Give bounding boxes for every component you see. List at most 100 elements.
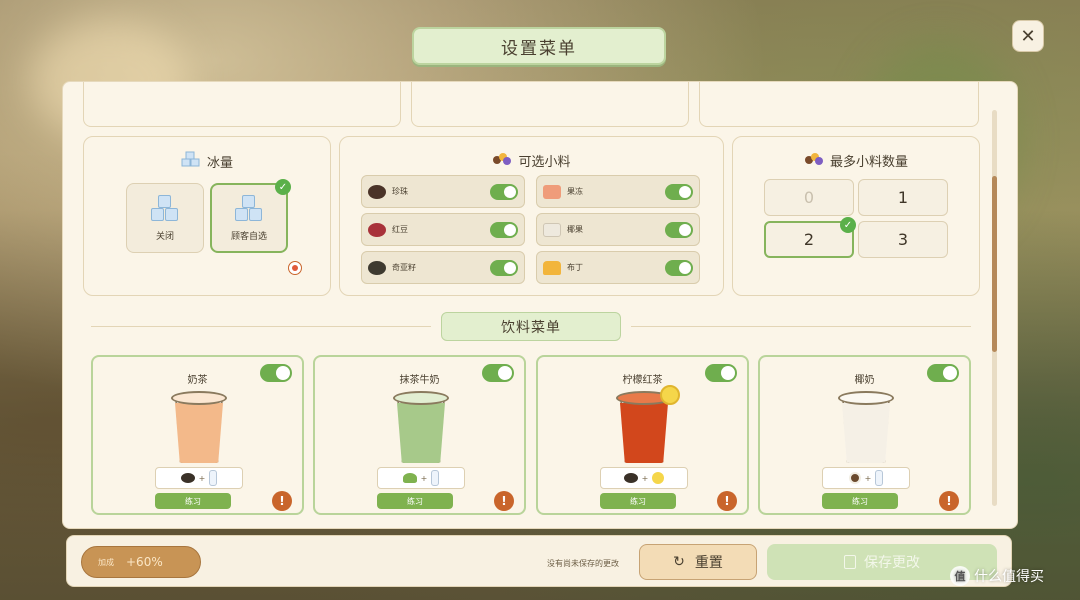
topping-label: 红豆 — [392, 225, 408, 234]
coconut-icon — [848, 472, 861, 484]
page-title: 设置菜单 — [412, 27, 666, 65]
toppings-icon — [492, 152, 512, 170]
ice-section-label: 冰量 — [206, 155, 233, 171]
plus-sign: + — [198, 473, 206, 483]
topping-label: 奇亚籽 — [392, 263, 416, 272]
tea-leaves-icon — [180, 473, 195, 483]
lemon-tea-cup-icon — [616, 385, 680, 463]
ice-option-label: 关闭 — [155, 231, 174, 242]
max-toppings-section-title: 最多小料数量 — [733, 151, 979, 170]
max-toppings-option-1[interactable]: 1 — [858, 179, 948, 216]
close-button[interactable]: ✕ — [1012, 20, 1044, 52]
ice-option-off[interactable]: 关闭 — [126, 183, 204, 253]
matcha-milk-cup-icon — [393, 391, 449, 463]
bonus-value: +60% — [126, 555, 163, 569]
topping-label: 布丁 — [567, 263, 583, 272]
milk-bottle-icon — [209, 470, 218, 486]
drink-card-lemon-black-tea: 柠檬红茶 + 练习 ! — [536, 355, 749, 515]
coconut-milk-cup-icon — [838, 391, 894, 463]
drink-toggle[interactable] — [260, 364, 292, 382]
drink-menu-title: 饮料菜单 — [441, 312, 621, 341]
scrollbar-thumb[interactable] — [992, 176, 997, 352]
drink-toggle[interactable] — [927, 364, 959, 382]
topping-row-jelly[interactable]: 果冻 — [536, 175, 700, 208]
toppings-section-title: 可选小料 — [340, 151, 723, 170]
pearl-icon — [368, 184, 386, 199]
previous-section-card — [699, 82, 979, 127]
bonus-label: 加成 — [98, 557, 114, 567]
plus-sign: + — [641, 473, 649, 483]
drink-card-coconut-milk: 椰奶 + 练习 ! — [758, 355, 971, 515]
practice-button[interactable]: 练习 — [600, 493, 676, 509]
topping-row-red-bean[interactable]: 红豆 — [361, 213, 525, 246]
drink-toggle[interactable] — [705, 364, 737, 382]
save-label: 保存更改 — [864, 555, 920, 571]
pudding-icon — [543, 260, 561, 275]
toppings-section-label: 可选小料 — [518, 155, 571, 170]
toppings-icon — [804, 152, 824, 170]
previous-section-card — [411, 82, 689, 127]
warning-icon[interactable]: ! — [494, 491, 514, 511]
topping-label: 椰果 — [567, 225, 583, 234]
close-icon: ✕ — [1020, 25, 1036, 47]
topping-row-chia-seed[interactable]: 奇亚籽 — [361, 251, 525, 284]
drink-card-matcha-milk: 抹茶牛奶 + 练习 ! — [313, 355, 526, 515]
settings-panel: 冰量 关闭 顾客自选 ✓ 可选小料 珍珠 果冻 红豆 椰果 奇亚籽 布丁 最多小… — [62, 81, 1018, 529]
max-toppings-option-0: 0 — [764, 179, 854, 216]
lemon-icon — [652, 472, 665, 484]
reset-button[interactable]: ↻ 重置 — [639, 544, 757, 580]
topping-label: 果冻 — [567, 187, 583, 196]
topping-toggle[interactable] — [665, 221, 693, 238]
ice-cube-icon — [181, 151, 201, 171]
reset-icon: ↻ — [673, 554, 685, 570]
previous-section-card — [83, 82, 401, 127]
warning-icon[interactable]: ! — [939, 491, 959, 511]
lemon-slice-icon — [660, 385, 680, 405]
plus-sign: + — [864, 473, 872, 483]
check-icon: ✓ — [275, 179, 291, 195]
ice-option-customer-choice[interactable]: 顾客自选 — [210, 183, 288, 253]
topping-label: 珍珠 — [392, 187, 408, 196]
topping-row-pearl[interactable]: 珍珠 — [361, 175, 525, 208]
drink-card-milk-tea: 奶茶 + 练习 ! — [91, 355, 304, 515]
ice-cube-icon — [149, 194, 181, 223]
red-bean-icon — [368, 222, 386, 237]
watermark-logo-icon: 值 — [950, 566, 970, 586]
max-toppings-option-3[interactable]: 3 — [858, 221, 948, 258]
divider — [91, 326, 431, 327]
practice-button[interactable]: 练习 — [155, 493, 231, 509]
toppings-section: 可选小料 珍珠 果冻 红豆 椰果 奇亚籽 布丁 — [339, 136, 724, 296]
reset-label: 重置 — [694, 555, 723, 571]
milk-bottle-icon — [431, 470, 440, 486]
topping-toggle[interactable] — [490, 221, 518, 238]
save-icon — [844, 555, 856, 569]
topping-toggle[interactable] — [490, 183, 518, 200]
chia-seed-icon — [368, 260, 386, 275]
ingredients-box: + — [600, 467, 688, 489]
ice-section: 冰量 关闭 顾客自选 ✓ — [83, 136, 331, 296]
tea-leaves-icon — [623, 473, 638, 483]
practice-button[interactable]: 练习 — [377, 493, 453, 509]
warning-icon[interactable]: ! — [272, 491, 292, 511]
topping-toggle[interactable] — [490, 259, 518, 276]
ingredients-box: + — [377, 467, 465, 489]
topping-toggle[interactable] — [665, 259, 693, 276]
topping-toggle[interactable] — [665, 183, 693, 200]
drink-toggle[interactable] — [482, 364, 514, 382]
bottom-bar: 加成 +60% 没有尚未保存的更改 ↻ 重置 保存更改 — [66, 535, 1012, 587]
watermark-text: 什么值得买 — [974, 569, 1044, 585]
divider — [631, 326, 971, 327]
practice-button[interactable]: 练习 — [822, 493, 898, 509]
ice-section-title: 冰量 — [84, 151, 330, 171]
jelly-icon — [543, 184, 561, 199]
bonus-badge: 加成 +60% — [81, 546, 201, 578]
warning-icon[interactable]: ! — [717, 491, 737, 511]
watermark: 值 什么值得买 — [950, 566, 1044, 586]
milk-bottle-icon — [875, 470, 884, 486]
topping-row-pudding[interactable]: 布丁 — [536, 251, 700, 284]
ice-option-label: 顾客自选 — [230, 231, 267, 242]
ingredients-box: + — [155, 467, 243, 489]
unsaved-status: 没有尚未保存的更改 — [547, 559, 619, 568]
topping-row-coconut-jelly[interactable]: 椰果 — [536, 213, 700, 246]
max-toppings-section: 最多小料数量 0 1 2 3 ✓ — [732, 136, 980, 296]
